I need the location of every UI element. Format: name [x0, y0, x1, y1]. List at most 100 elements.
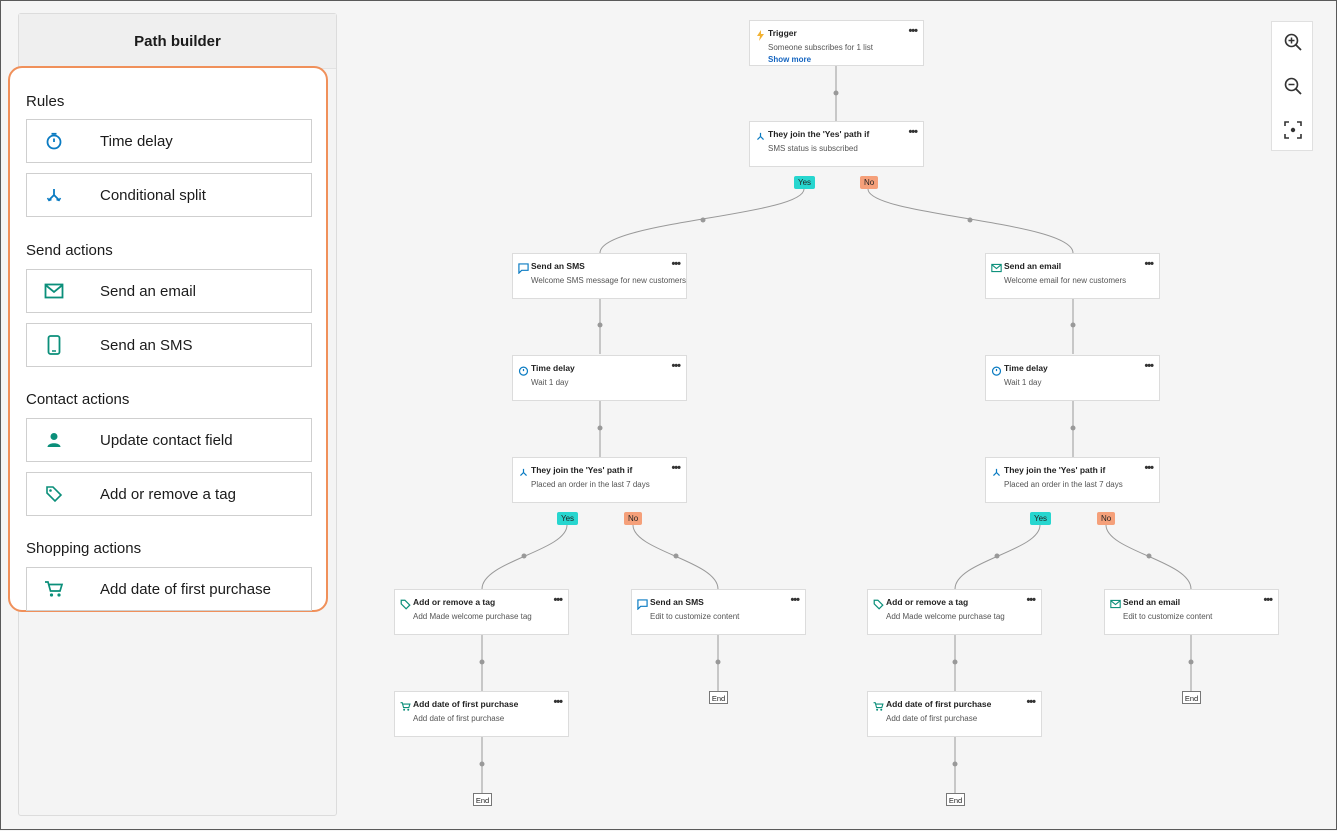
node-description: Welcome email for new customers [1004, 276, 1127, 285]
add-date-first-purchase-node[interactable]: Add date of first purchase Add date of f… [394, 691, 569, 737]
zoom-out-button[interactable] [1281, 74, 1305, 98]
add-remove-tag-node[interactable]: Add or remove a tag Add Made welcome pur… [394, 589, 569, 635]
fit-screen-button[interactable] [1281, 118, 1305, 142]
conditional-split-button[interactable]: Conditional split [26, 173, 312, 217]
envelope-icon [44, 281, 64, 301]
add-remove-tag-button[interactable]: Add or remove a tag [26, 472, 312, 516]
section-title-shopping: Shopping actions [26, 540, 142, 557]
node-title: They join the 'Yes' path if [531, 465, 633, 475]
add-date-first-purchase-node[interactable]: Add date of first purchase Add date of f… [867, 691, 1042, 737]
time-delay-button[interactable]: Time delay [26, 119, 312, 163]
zoom-out-icon [1284, 77, 1302, 95]
more-options-icon[interactable]: ••• [790, 594, 800, 606]
node-title: Send an SMS [531, 261, 585, 271]
person-icon [44, 430, 64, 450]
end-marker: End [709, 691, 728, 704]
add-date-first-purchase-button[interactable]: Add date of first purchase [26, 567, 312, 611]
section-title-send: Send actions [26, 242, 113, 259]
node-description: Wait 1 day [1004, 378, 1042, 387]
tag-icon [399, 598, 411, 610]
more-options-icon[interactable]: ••• [1026, 696, 1036, 708]
update-contact-field-button[interactable]: Update contact field [26, 418, 312, 462]
sidebar-title: Path builder [19, 14, 336, 69]
node-title: Add date of first purchase [413, 699, 519, 709]
zoom-in-button[interactable] [1281, 30, 1305, 54]
node-title: Time delay [1004, 363, 1048, 373]
yes-badge: Yes [557, 512, 579, 525]
time-delay-label: Time delay [100, 132, 173, 150]
zoom-in-icon [1284, 33, 1302, 51]
chat-bubble-icon [636, 598, 648, 610]
add-remove-tag-node[interactable]: Add or remove a tag Add Made welcome pur… [867, 589, 1042, 635]
more-options-icon[interactable]: ••• [1144, 360, 1154, 372]
send-sms-node[interactable]: Send an SMS Edit to customize content ••… [631, 589, 806, 635]
time-delay-node[interactable]: Time delay Wait 1 day ••• [985, 355, 1160, 401]
envelope-icon [990, 262, 1002, 274]
more-options-icon[interactable]: ••• [671, 360, 681, 372]
yes-badge: Yes [1030, 512, 1052, 525]
node-description: Add Made welcome purchase tag [886, 612, 1005, 621]
conditional-split-node[interactable]: They join the 'Yes' path if Placed an or… [985, 457, 1160, 503]
update-contact-field-label: Update contact field [100, 431, 233, 449]
node-description: Welcome SMS message for new customers [531, 276, 687, 285]
conditional-split-node[interactable]: They join the 'Yes' path if Placed an or… [512, 457, 687, 503]
send-sms-button[interactable]: Send an SMS [26, 323, 312, 367]
node-title: Add date of first purchase [886, 699, 992, 709]
node-description: Add date of first purchase [886, 714, 978, 723]
fit-screen-icon [1284, 121, 1302, 139]
tag-icon [44, 484, 64, 504]
end-marker: End [1182, 691, 1201, 704]
node-description: Add Made welcome purchase tag [413, 612, 532, 621]
more-options-icon[interactable]: ••• [553, 594, 563, 606]
more-options-icon[interactable]: ••• [671, 462, 681, 474]
trigger-node[interactable]: Trigger Someone subscribes for 1 list Sh… [749, 20, 924, 66]
stopwatch-icon [990, 364, 1002, 376]
send-email-label: Send an email [100, 282, 196, 300]
send-email-node[interactable]: Send an email Welcome email for new cust… [985, 253, 1160, 299]
node-description: Wait 1 day [531, 378, 569, 387]
send-email-button[interactable]: Send an email [26, 269, 312, 313]
app-frame: Path builder Rules Time delay Conditiona… [0, 0, 1337, 830]
node-description: Placed an order in the last 7 days [531, 480, 650, 489]
send-email-node[interactable]: Send an email Edit to customize content … [1104, 589, 1279, 635]
send-sms-node[interactable]: Send an SMS Welcome SMS message for new … [512, 253, 687, 299]
more-options-icon[interactable]: ••• [1144, 462, 1154, 474]
tag-icon [872, 598, 884, 610]
show-more-link[interactable]: Show more [768, 55, 811, 64]
flow-canvas[interactable]: Trigger Someone subscribes for 1 list Sh… [341, 1, 1337, 831]
more-options-icon[interactable]: ••• [1026, 594, 1036, 606]
end-marker: End [946, 793, 965, 806]
node-title: Time delay [531, 363, 575, 373]
node-title: Add or remove a tag [886, 597, 969, 607]
node-title: Send an SMS [650, 597, 704, 607]
split-icon [44, 185, 64, 205]
split-icon [990, 466, 1002, 478]
more-options-icon[interactable]: ••• [671, 258, 681, 270]
time-delay-node[interactable]: Time delay Wait 1 day ••• [512, 355, 687, 401]
node-description: Someone subscribes for 1 list [768, 43, 873, 52]
add-date-first-purchase-label: Add date of first purchase [100, 580, 271, 598]
node-description: SMS status is subscribed [768, 144, 858, 153]
node-title: They join the 'Yes' path if [768, 129, 870, 139]
node-title: Send an email [1004, 261, 1062, 271]
envelope-icon [1109, 598, 1121, 610]
more-options-icon[interactable]: ••• [553, 696, 563, 708]
node-description: Edit to customize content [1123, 612, 1213, 621]
node-title: Send an email [1123, 597, 1181, 607]
more-options-icon[interactable]: ••• [1144, 258, 1154, 270]
no-badge: No [624, 512, 643, 525]
node-description: Edit to customize content [650, 612, 740, 621]
stopwatch-icon [517, 364, 529, 376]
node-title: Add or remove a tag [413, 597, 496, 607]
stopwatch-icon [44, 131, 64, 151]
node-description: Placed an order in the last 7 days [1004, 480, 1123, 489]
yes-badge: Yes [794, 176, 816, 189]
section-title-contact: Contact actions [26, 391, 130, 408]
more-options-icon[interactable]: ••• [908, 126, 918, 138]
no-badge: No [860, 176, 879, 189]
conditional-split-node[interactable]: They join the 'Yes' path if SMS status i… [749, 121, 924, 167]
conditional-split-label: Conditional split [100, 186, 206, 204]
more-options-icon[interactable]: ••• [1263, 594, 1273, 606]
more-options-icon[interactable]: ••• [908, 25, 918, 37]
zoom-controls [1271, 21, 1313, 151]
